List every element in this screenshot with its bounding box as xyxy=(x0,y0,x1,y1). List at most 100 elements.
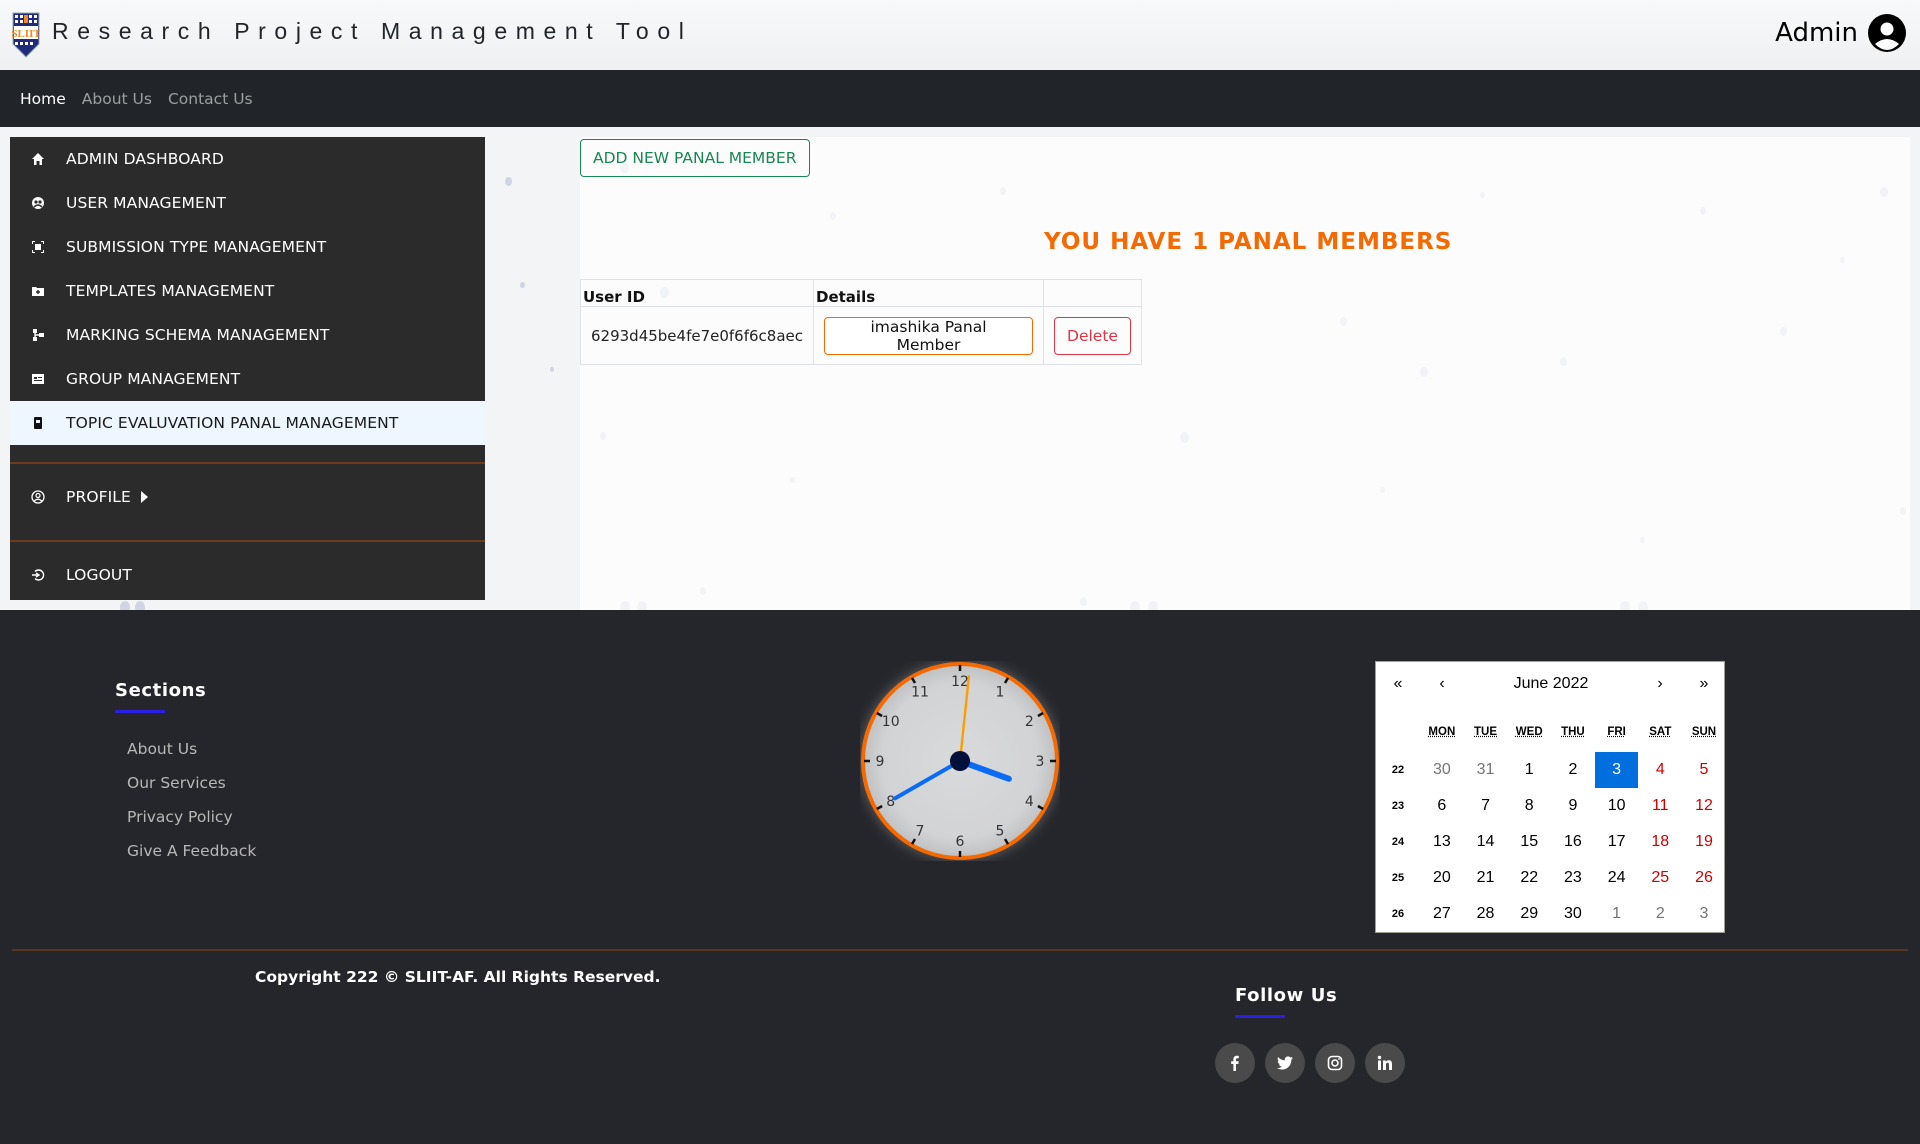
user-menu[interactable]: Admin xyxy=(1775,14,1906,52)
calendar-day[interactable]: 28 xyxy=(1464,896,1508,932)
calendar-day[interactable]: 4 xyxy=(1638,752,1682,788)
calendar-day[interactable]: 17 xyxy=(1595,824,1639,860)
calendar-day[interactable]: 3 xyxy=(1682,896,1726,932)
week-number: 24 xyxy=(1391,836,1405,848)
add-panel-member-button[interactable]: ADD NEW PANAL MEMBER xyxy=(580,139,810,177)
calendar-day[interactable]: 25 xyxy=(1638,860,1682,896)
clock-number: 12 xyxy=(951,674,969,690)
calendar-day[interactable]: 15 xyxy=(1507,824,1551,860)
badge-icon xyxy=(10,416,66,430)
sidebar-item-label: TOPIC EVALUVATION PANAL MANAGEMENT xyxy=(66,414,399,432)
calendar-day[interactable]: 5 xyxy=(1682,752,1726,788)
sidebar-item-logout[interactable]: LOGOUT xyxy=(10,553,485,597)
calendar-prev-year-button[interactable]: « xyxy=(1376,662,1420,706)
user-name: Admin xyxy=(1775,18,1858,48)
app-header: SLIIT Research Project Management Tool A… xyxy=(0,0,1920,70)
clock-number: 4 xyxy=(1025,794,1034,810)
clock-number: 9 xyxy=(876,754,885,770)
footer-link-give-feedback[interactable]: Give A Feedback xyxy=(127,842,256,860)
sidebar-item-submission-type-management[interactable]: SUBMISSION TYPE MANAGEMENT xyxy=(10,225,485,269)
calendar-day[interactable]: 3 xyxy=(1594,752,1639,788)
sidebar-item-label: PROFILE xyxy=(66,488,131,506)
calendar-day[interactable]: 31 xyxy=(1464,752,1508,788)
calendar-day[interactable]: 8 xyxy=(1507,788,1551,824)
calendar-day[interactable]: 22 xyxy=(1507,860,1551,896)
calendar-day[interactable]: 11 xyxy=(1638,788,1682,824)
calendar-day[interactable]: 26 xyxy=(1682,860,1726,896)
footer-link-privacy-policy[interactable]: Privacy Policy xyxy=(127,808,233,826)
calendar-day[interactable]: 2 xyxy=(1638,896,1682,932)
column-header-user-id: User ID xyxy=(579,279,815,307)
weekday-label: WED xyxy=(1515,726,1543,738)
users-icon xyxy=(10,196,66,210)
sidebar-item-marking-schema-management[interactable]: MARKING SCHEMA MANAGEMENT xyxy=(10,313,485,357)
instagram-button[interactable] xyxy=(1315,1043,1355,1083)
sidebar-item-admin-dashboard[interactable]: ADMIN DASHBOARD xyxy=(10,137,485,181)
calendar-next-year-button[interactable]: » xyxy=(1682,662,1726,706)
twitter-button[interactable] xyxy=(1265,1043,1305,1083)
calendar-day[interactable]: 1 xyxy=(1595,896,1639,932)
calendar-day[interactable]: 30 xyxy=(1551,896,1595,932)
calendar-day[interactable]: 2 xyxy=(1551,752,1595,788)
calendar-day[interactable]: 24 xyxy=(1595,860,1639,896)
calendar-day[interactable]: 1 xyxy=(1507,752,1551,788)
weekday-label: MON xyxy=(1428,726,1456,738)
delete-button[interactable]: Delete xyxy=(1054,316,1131,355)
sidebar-item-group-management[interactable]: GROUP MANAGEMENT xyxy=(10,357,485,401)
weekday-label: SUN xyxy=(1691,726,1717,738)
calendar-day[interactable]: 13 xyxy=(1420,824,1464,860)
calendar-day[interactable]: 7 xyxy=(1464,788,1508,824)
sections-title: Sections xyxy=(115,680,207,701)
panel-count-title: YOU HAVE 1 PANAL MEMBERS xyxy=(1044,229,1453,255)
logout-icon xyxy=(10,568,66,582)
sidebar-divider xyxy=(10,462,485,464)
bubble-dot xyxy=(135,601,145,610)
sidebar-item-label: TEMPLATES MANAGEMENT xyxy=(66,282,275,300)
calendar-week-row: 24 13 14 15 16 17 18 19 xyxy=(1376,824,1726,860)
facebook-button[interactable] xyxy=(1215,1043,1255,1083)
calendar-day[interactable]: 30 xyxy=(1420,752,1464,788)
calendar-day[interactable]: 29 xyxy=(1507,896,1551,932)
week-number: 25 xyxy=(1391,872,1405,884)
sidebar-item-templates-management[interactable]: TEMPLATES MANAGEMENT xyxy=(10,269,485,313)
footer: Sections About Us Our Services Privacy P… xyxy=(0,610,1920,1144)
sections-underline xyxy=(115,710,165,713)
app-title: Research Project Management Tool xyxy=(52,18,693,44)
calendar-day[interactable]: 19 xyxy=(1682,824,1726,860)
calendar-day[interactable]: 21 xyxy=(1464,860,1508,896)
bubble-dot xyxy=(520,282,525,289)
calendar-day[interactable]: 10 xyxy=(1595,788,1639,824)
clock-center xyxy=(950,751,970,771)
nav-home[interactable]: Home xyxy=(20,90,66,108)
sidebar-item-user-management[interactable]: USER MANAGEMENT xyxy=(10,181,485,225)
footer-link-our-services[interactable]: Our Services xyxy=(127,774,226,792)
frame-icon xyxy=(10,240,66,254)
calendar-day[interactable]: 9 xyxy=(1551,788,1595,824)
calendar-prev-month-button[interactable]: ‹ xyxy=(1420,662,1464,706)
user-circle-icon xyxy=(1868,14,1906,52)
clock-number: 10 xyxy=(882,714,900,730)
clock-number: 8 xyxy=(886,794,895,810)
calendar-day[interactable]: 6 xyxy=(1420,788,1464,824)
calendar-day[interactable]: 12 xyxy=(1682,788,1726,824)
member-details-button[interactable]: imashika Panal Member xyxy=(824,316,1034,355)
calendar-day[interactable]: 20 xyxy=(1420,860,1464,896)
calendar-next-month-button[interactable]: › xyxy=(1638,662,1682,706)
calendar-week-row: 23 6 7 8 9 10 11 12 xyxy=(1376,788,1726,824)
top-nav: Home About Us Contact Us xyxy=(0,70,1920,127)
calendar-month-label[interactable]: June 2022 xyxy=(1486,662,1616,706)
calendar-day[interactable]: 16 xyxy=(1551,824,1595,860)
home-icon xyxy=(10,152,66,166)
sidebar-item-profile[interactable]: PROFILE xyxy=(10,475,485,519)
nav-about-us[interactable]: About Us xyxy=(82,90,152,108)
linkedin-button[interactable] xyxy=(1365,1043,1405,1083)
calendar-day[interactable]: 23 xyxy=(1551,860,1595,896)
sidebar-item-topic-evaluation-panel-management[interactable]: TOPIC EVALUVATION PANAL MANAGEMENT xyxy=(10,401,485,445)
footer-link-about-us[interactable]: About Us xyxy=(127,740,197,758)
calendar-day[interactable]: 14 xyxy=(1464,824,1508,860)
svg-text:SLIIT: SLIIT xyxy=(12,28,40,40)
nav-contact-us[interactable]: Contact Us xyxy=(168,90,253,108)
calendar-day[interactable]: 27 xyxy=(1420,896,1464,932)
calendar-day[interactable]: 18 xyxy=(1638,824,1682,860)
follow-us-underline xyxy=(1235,1015,1285,1018)
